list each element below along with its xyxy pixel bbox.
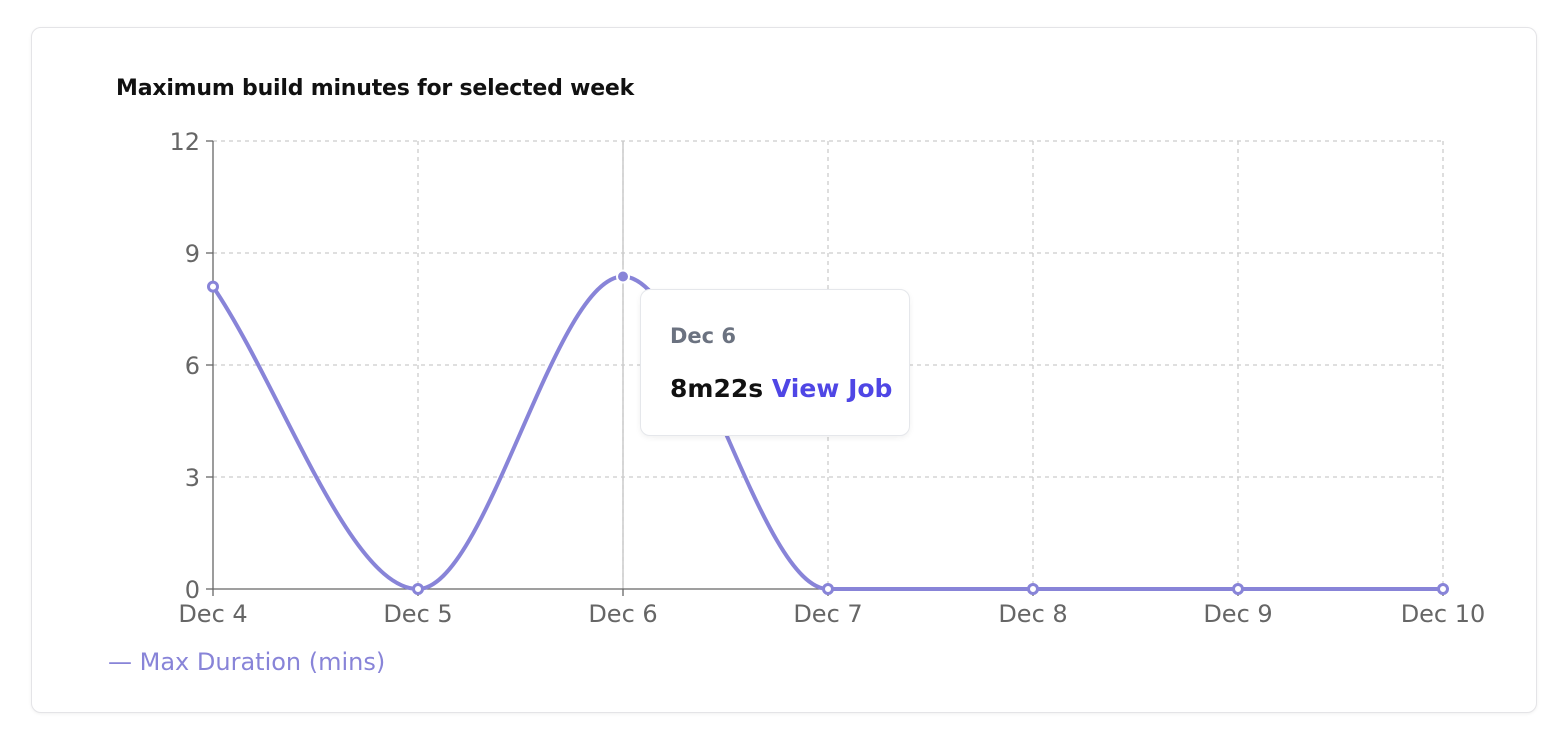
x-tick-label: Dec 7 bbox=[793, 600, 862, 628]
x-tick-label: Dec 10 bbox=[1401, 600, 1486, 628]
y-tick-label: 12 bbox=[169, 128, 200, 156]
x-tick-label: Dec 9 bbox=[1203, 600, 1272, 628]
y-tick-label: 6 bbox=[185, 352, 200, 380]
tooltip-row: 8m22s View Job bbox=[670, 374, 892, 403]
view-job-link[interactable]: View Job bbox=[772, 374, 893, 403]
tooltip-date: Dec 6 bbox=[670, 324, 737, 348]
legend-label: Max Duration (mins) bbox=[139, 648, 386, 676]
x-tick-label: Dec 4 bbox=[178, 600, 247, 628]
data-point bbox=[412, 583, 424, 595]
tooltip-value: 8m22s bbox=[670, 374, 764, 403]
x-tick-label: Dec 5 bbox=[383, 600, 452, 628]
data-point bbox=[1232, 583, 1244, 595]
y-tick-label: 3 bbox=[185, 464, 200, 492]
data-point bbox=[1027, 583, 1039, 595]
legend-line-icon: — bbox=[108, 648, 132, 676]
x-tick-label: Dec 8 bbox=[998, 600, 1067, 628]
legend[interactable]: — Max Duration (mins) bbox=[108, 648, 385, 676]
data-point bbox=[822, 583, 834, 595]
chart-tooltip: Dec 6 8m22s View Job bbox=[640, 289, 910, 436]
data-point bbox=[207, 280, 219, 293]
data-point bbox=[1437, 583, 1449, 595]
active-data-point bbox=[616, 269, 630, 284]
y-tick-label: 9 bbox=[185, 240, 200, 268]
x-tick-label: Dec 6 bbox=[588, 600, 657, 628]
